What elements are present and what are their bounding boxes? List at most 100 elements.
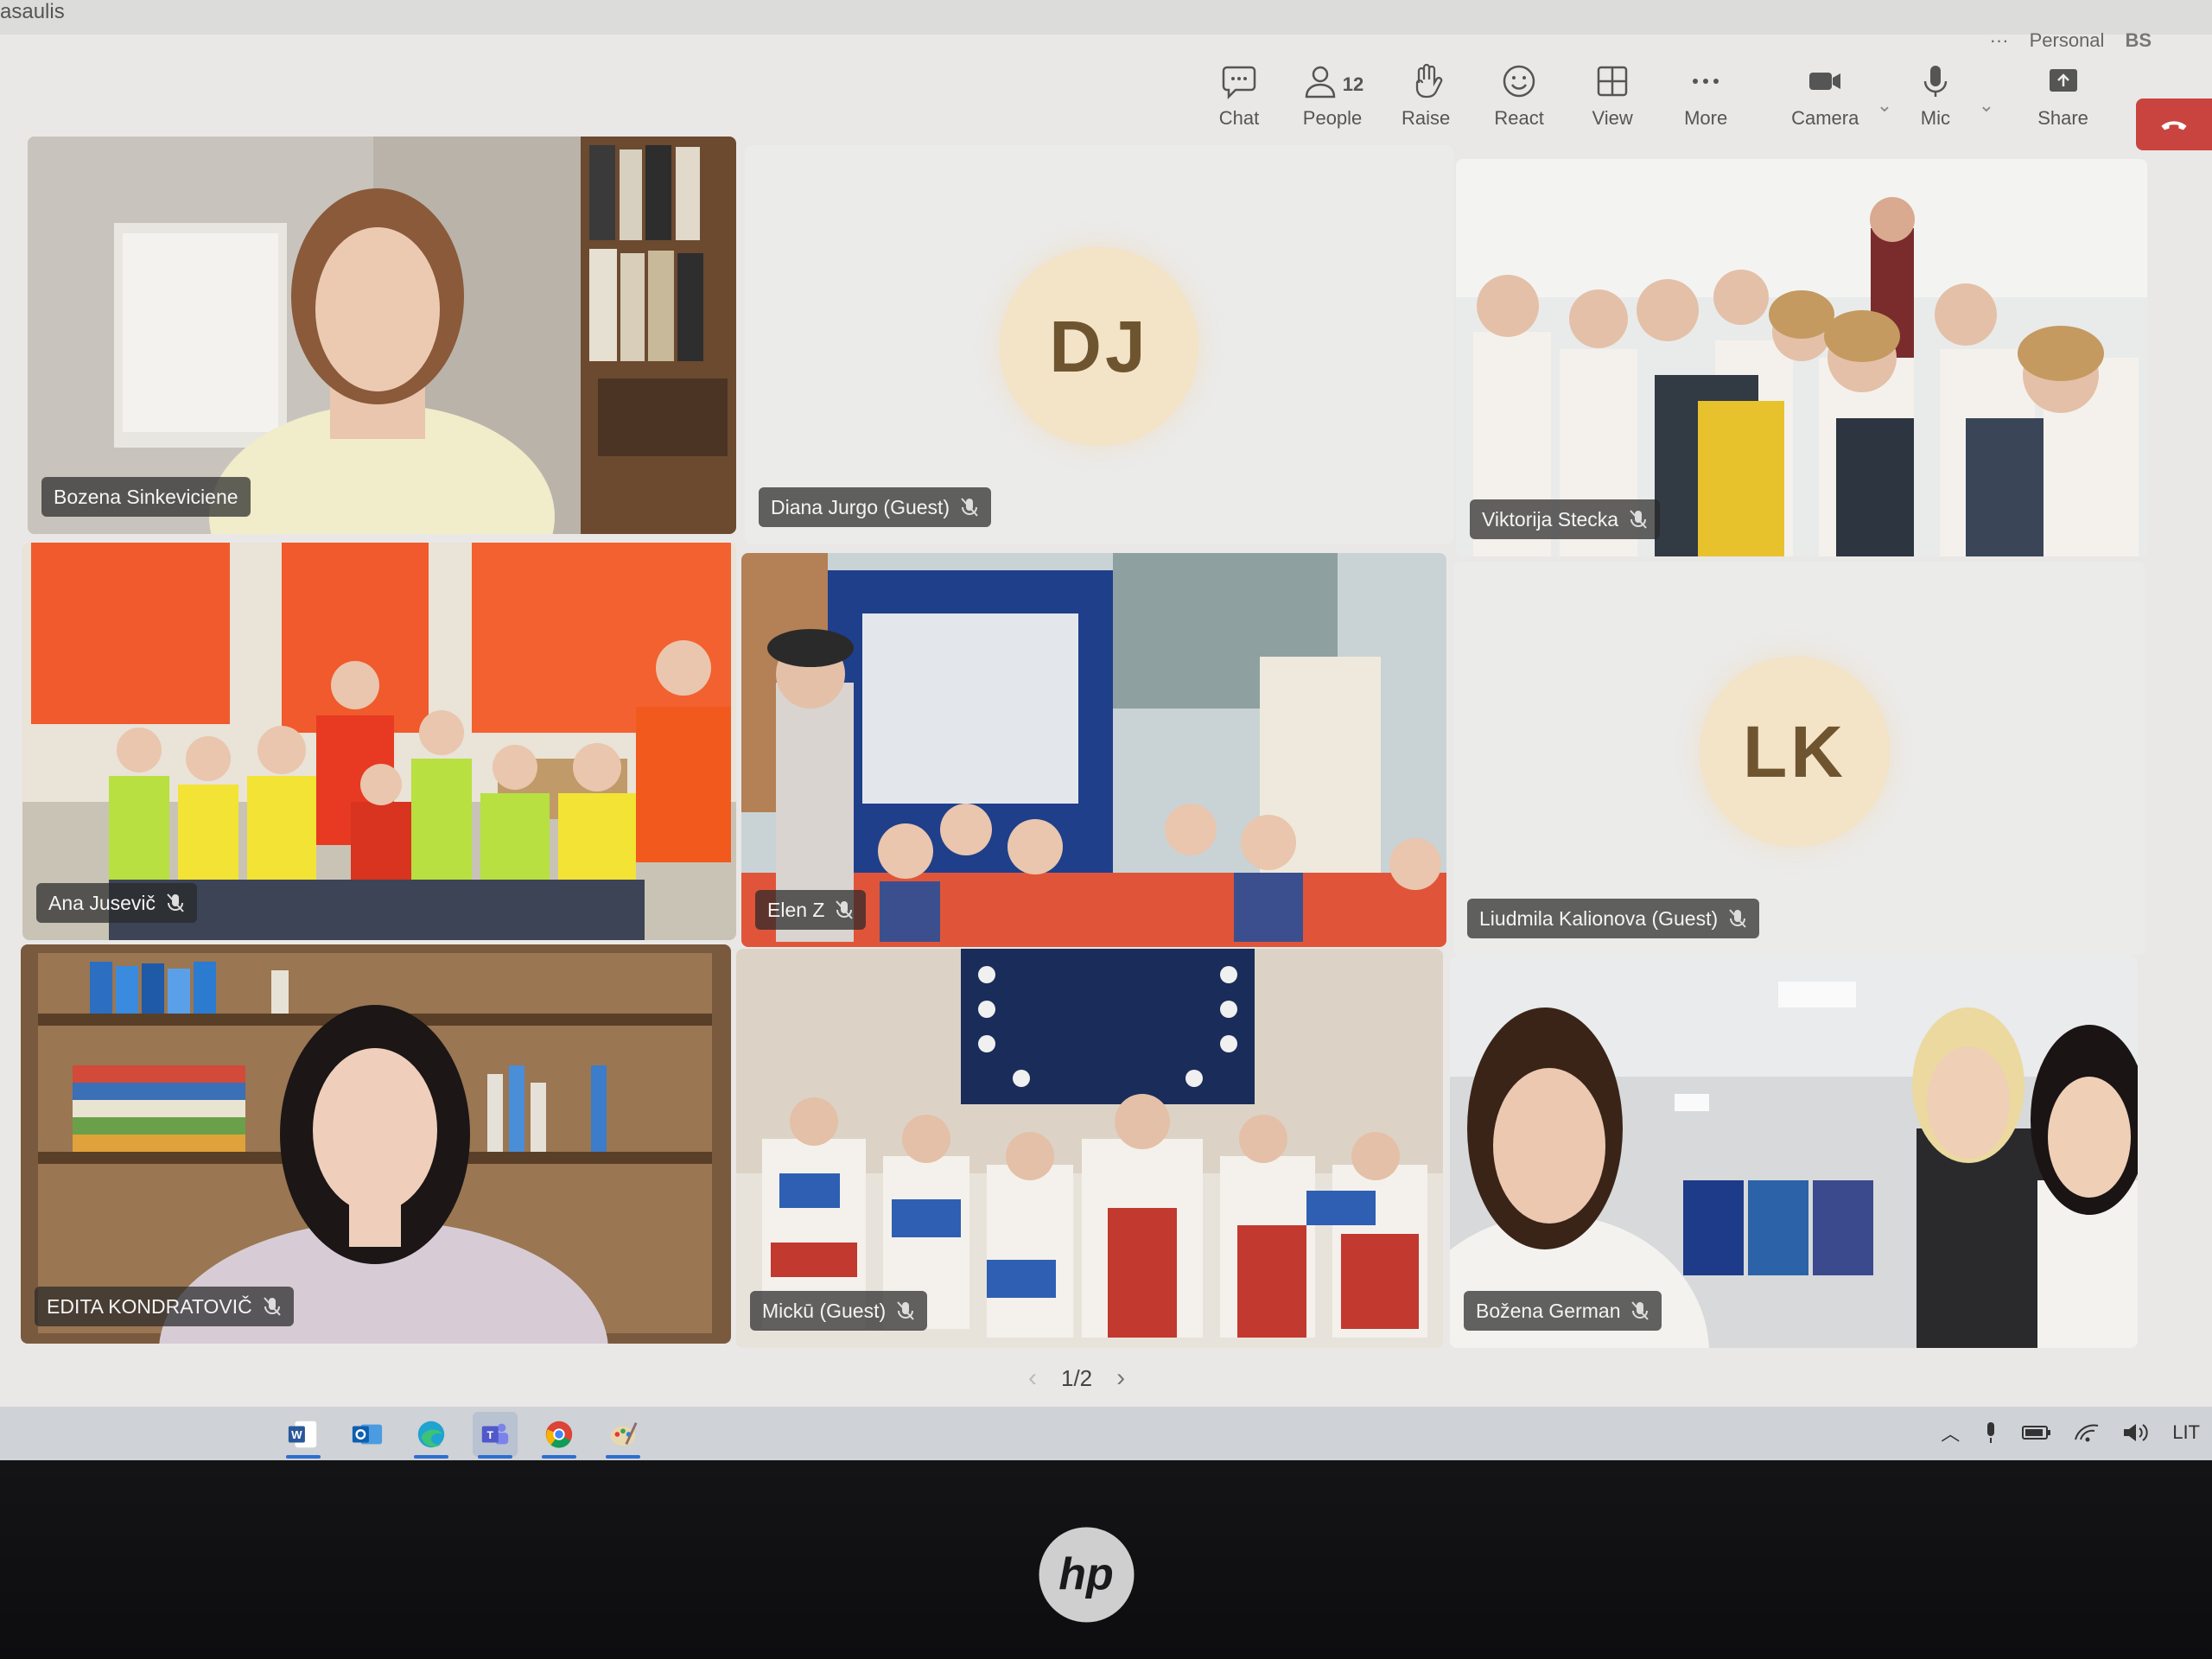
people-button[interactable]: 12 People [1286, 62, 1379, 149]
video-feed [741, 553, 1446, 947]
participant-tile[interactable]: Bozena Sinkeviciene [28, 137, 736, 534]
video-feed [736, 949, 1443, 1348]
more-dots-icon [1693, 79, 1719, 84]
svg-text:T: T [487, 1429, 494, 1441]
outlook-icon[interactable] [345, 1412, 390, 1457]
microphone-icon [1923, 66, 1948, 97]
avatar-initials: DJ [1049, 305, 1149, 387]
page-indicator: 1/2 [1061, 1364, 1093, 1391]
chrome-icon[interactable] [537, 1412, 582, 1459]
mic-button[interactable]: Mic [1897, 62, 1974, 149]
grid-view-icon [1597, 66, 1628, 97]
people-icon [1305, 66, 1336, 99]
participant-name-tag: EDITA KONDRATOVIČ [35, 1287, 294, 1326]
share-button[interactable]: Share [2017, 62, 2110, 149]
share-label: Share [2037, 107, 2088, 129]
battery-icon[interactable] [2022, 1424, 2051, 1441]
share-screen-icon [2049, 69, 2077, 92]
camera-label: Camera [1791, 107, 1859, 129]
mic-off-icon [835, 899, 854, 920]
more-options-button[interactable]: ··· [1990, 29, 2009, 52]
participant-tile[interactable]: Elen Z [741, 553, 1446, 947]
microphone-tray-icon[interactable] [1982, 1421, 1999, 1445]
react-button[interactable]: React [1472, 62, 1566, 149]
mic-off-icon [1728, 908, 1747, 929]
participant-name-tag: Liudmila Kalionova (Guest) [1467, 899, 1760, 938]
raise-label: Raise [1401, 107, 1451, 129]
mic-off-icon [1629, 509, 1648, 530]
smiley-icon [1503, 65, 1535, 98]
video-feed [21, 944, 731, 1344]
participant-name-tag: Diana Jurgo (Guest) [759, 487, 992, 527]
chat-button[interactable]: Chat [1192, 62, 1286, 149]
video-feed [28, 137, 736, 534]
participant-tile[interactable]: Božena German [1450, 956, 2138, 1348]
paint-icon[interactable] [601, 1412, 645, 1459]
participant-name-tag: Mickū (Guest) [750, 1291, 928, 1331]
speaker-icon[interactable] [2122, 1421, 2150, 1444]
camera-button[interactable]: Camera [1778, 62, 1872, 149]
participant-tile[interactable]: EDITA KONDRATOVIČ [21, 944, 731, 1344]
participant-name: Bozena Sinkeviciene [54, 485, 238, 508]
wifi-icon[interactable] [2074, 1422, 2100, 1443]
participant-tile[interactable]: Viktorija Stecka [1456, 159, 2147, 556]
mic-off-icon [166, 893, 185, 913]
word-icon[interactable]: W [281, 1412, 326, 1459]
hang-up-icon [2161, 121, 2187, 130]
more-label: More [1684, 107, 1728, 129]
mic-off-icon [263, 1296, 282, 1317]
participant-name-tag: Elen Z [755, 890, 867, 930]
participant-tile[interactable]: Ana Jusevič [22, 543, 736, 940]
participant-tile[interactable]: DJ Diana Jurgo (Guest) [745, 145, 1453, 544]
mic-off-icon [896, 1300, 915, 1321]
hp-logo: hp [1039, 1527, 1135, 1623]
camera-options-chevron-down-icon[interactable]: ⌄ [1872, 62, 1897, 149]
leave-button[interactable] [2135, 99, 2212, 150]
window-title: asaulis [0, 0, 65, 23]
participant-name: Liudmila Kalionova (Guest) [1479, 906, 1719, 930]
view-button[interactable]: View [1566, 62, 1659, 149]
video-feed [1450, 956, 2138, 1348]
participant-name: Diana Jurgo (Guest) [771, 495, 950, 518]
account-area: ··· Personal BS [1990, 29, 2152, 52]
avatar-initials: LK [1743, 710, 1847, 792]
mic-label: Mic [1920, 107, 1950, 129]
svg-text:hp: hp [1058, 1549, 1114, 1599]
more-button[interactable]: More [1659, 62, 1752, 149]
previous-page-chevron-left-icon[interactable]: ‹ [1028, 1363, 1037, 1393]
gallery-pager: ‹ 1/2 › [1028, 1363, 1125, 1393]
view-label: View [1592, 107, 1633, 129]
raise-hand-button[interactable]: Raise [1379, 62, 1472, 149]
teams-icon[interactable]: T [473, 1412, 518, 1459]
participant-name: Elen Z [767, 898, 825, 921]
video-grid: Bozena Sinkeviciene DJ Diana Jurgo (Gues… [17, 137, 2147, 1355]
chat-label: Chat [1218, 107, 1260, 129]
chevron-up-icon[interactable]: ︿ [1941, 1419, 1960, 1446]
participant-name-tag: Ana Jusevič [36, 883, 198, 923]
account-avatar[interactable]: BS [2125, 29, 2152, 52]
video-feed [1456, 159, 2147, 556]
participant-name-tag: Bozena Sinkeviciene [41, 477, 251, 517]
participant-name: EDITA KONDRATOVIČ [47, 1294, 252, 1318]
mic-options-chevron-down-icon[interactable]: ⌄ [1974, 62, 1999, 149]
participant-tile[interactable]: Mickū (Guest) [736, 949, 1443, 1348]
participant-avatar: LK [1700, 657, 1890, 847]
chat-icon [1222, 66, 1256, 100]
participant-name: Mickū (Guest) [762, 1299, 887, 1322]
mic-off-icon [960, 497, 979, 518]
participant-tile[interactable]: LK Liudmila Kalionova (Guest) [1453, 562, 2145, 956]
screen: asaulis ··· Personal BS Chat 12 People R… [0, 0, 2212, 1460]
participant-name-tag: Viktorija Stecka [1470, 499, 1661, 539]
camera-icon [1809, 73, 1841, 90]
system-tray: ︿ LIT [1941, 1419, 2200, 1446]
next-page-chevron-right-icon[interactable]: › [1116, 1363, 1125, 1393]
svg-text:W: W [291, 1428, 302, 1441]
react-label: React [1494, 107, 1544, 129]
participant-avatar: DJ [1000, 247, 1198, 446]
language-indicator[interactable]: LIT [2172, 1421, 2200, 1444]
participant-name: Viktorija Stecka [1482, 507, 1619, 531]
participant-name: Ana Jusevič [48, 891, 156, 914]
people-count: 12 [1342, 73, 1364, 95]
account-label[interactable]: Personal [2030, 29, 2105, 52]
edge-icon[interactable] [409, 1412, 454, 1459]
